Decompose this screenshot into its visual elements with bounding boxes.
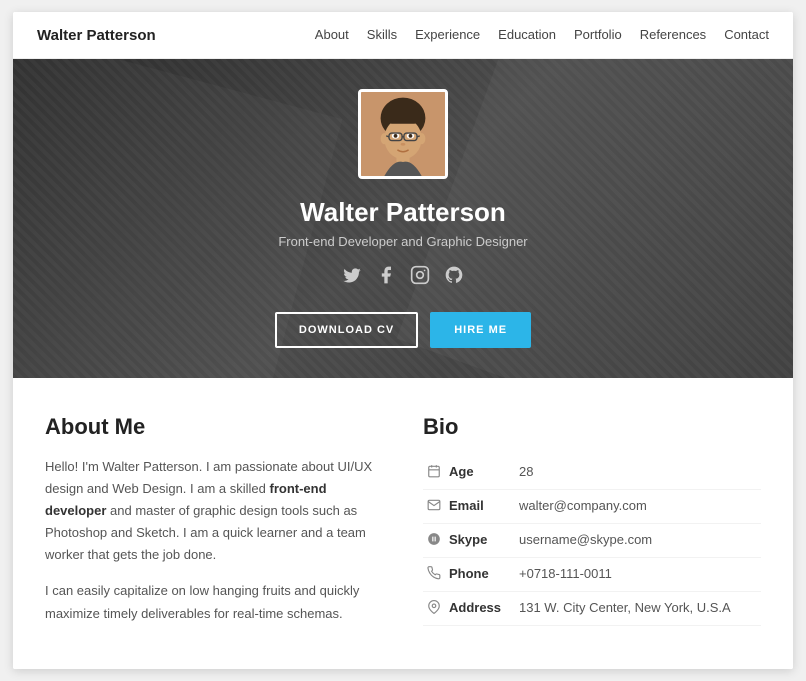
nav-link-education[interactable]: Education — [498, 27, 556, 42]
hero-buttons: DOWNLOAD CV HIRE ME — [275, 312, 531, 348]
github-icon[interactable] — [444, 265, 464, 290]
skype-icon — [423, 524, 445, 558]
email-value: walter@company.com — [515, 490, 761, 524]
age-value: 28 — [515, 456, 761, 490]
phone-icon — [423, 558, 445, 592]
nav-link-experience[interactable]: Experience — [415, 27, 480, 42]
hero-socials — [342, 265, 464, 290]
address-icon — [423, 592, 445, 626]
age-label: Age — [445, 456, 515, 490]
nav-link-contact[interactable]: Contact — [724, 27, 769, 42]
bio-table: Age 28 Email walter@company.com — [423, 456, 761, 626]
hero-content: Walter Patterson Front-end Developer and… — [275, 89, 531, 348]
bio-heading: Bio — [423, 414, 761, 440]
phone-label: Phone — [445, 558, 515, 592]
about-heading: About Me — [45, 414, 383, 440]
hire-me-button[interactable]: HIRE ME — [430, 312, 531, 348]
nav-link-skills[interactable]: Skills — [367, 27, 397, 42]
hero-title: Front-end Developer and Graphic Designer — [278, 234, 527, 249]
skype-label: Skype — [445, 524, 515, 558]
nav-link-about[interactable]: About — [315, 27, 349, 42]
about-para2: I can easily capitalize on low hanging f… — [45, 580, 383, 624]
address-value: 131 W. City Center, New York, U.S.A — [515, 592, 761, 626]
nav-brand: Walter Patterson — [37, 27, 156, 44]
about-section: About Me Hello! I'm Walter Patterson. I … — [13, 378, 793, 669]
about-para1: Hello! I'm Walter Patterson. I am passio… — [45, 456, 383, 566]
bio-row-age: Age 28 — [423, 456, 761, 490]
about-left: About Me Hello! I'm Walter Patterson. I … — [45, 414, 383, 639]
bio-row-address: Address 131 W. City Center, New York, U.… — [423, 592, 761, 626]
hero-name: Walter Patterson — [300, 197, 506, 228]
bio-row-skype: Skype username@skype.com — [423, 524, 761, 558]
phone-value: +0718-111-0011 — [515, 558, 761, 592]
email-icon — [423, 490, 445, 524]
about-right: Bio Age 28 Email walter@comp — [423, 414, 761, 639]
age-icon — [423, 456, 445, 490]
nav-link-references[interactable]: References — [640, 27, 706, 42]
instagram-icon[interactable] — [410, 265, 430, 290]
bio-row-phone: Phone +0718-111-0011 — [423, 558, 761, 592]
download-cv-button[interactable]: DOWNLOAD CV — [275, 312, 418, 348]
about-grid: About Me Hello! I'm Walter Patterson. I … — [45, 414, 761, 639]
facebook-icon[interactable] — [376, 265, 396, 290]
bio-row-email: Email walter@company.com — [423, 490, 761, 524]
avatar — [358, 89, 448, 179]
address-label: Address — [445, 592, 515, 626]
nav-link-portfolio[interactable]: Portfolio — [574, 27, 622, 42]
hero-section: Walter Patterson Front-end Developer and… — [13, 59, 793, 378]
navbar: Walter Patterson About Skills Experience… — [13, 12, 793, 59]
email-label: Email — [445, 490, 515, 524]
nav-links: About Skills Experience Education Portfo… — [315, 26, 769, 44]
skype-value: username@skype.com — [515, 524, 761, 558]
twitter-icon[interactable] — [342, 265, 362, 290]
page-frame: Walter Patterson About Skills Experience… — [13, 12, 793, 669]
